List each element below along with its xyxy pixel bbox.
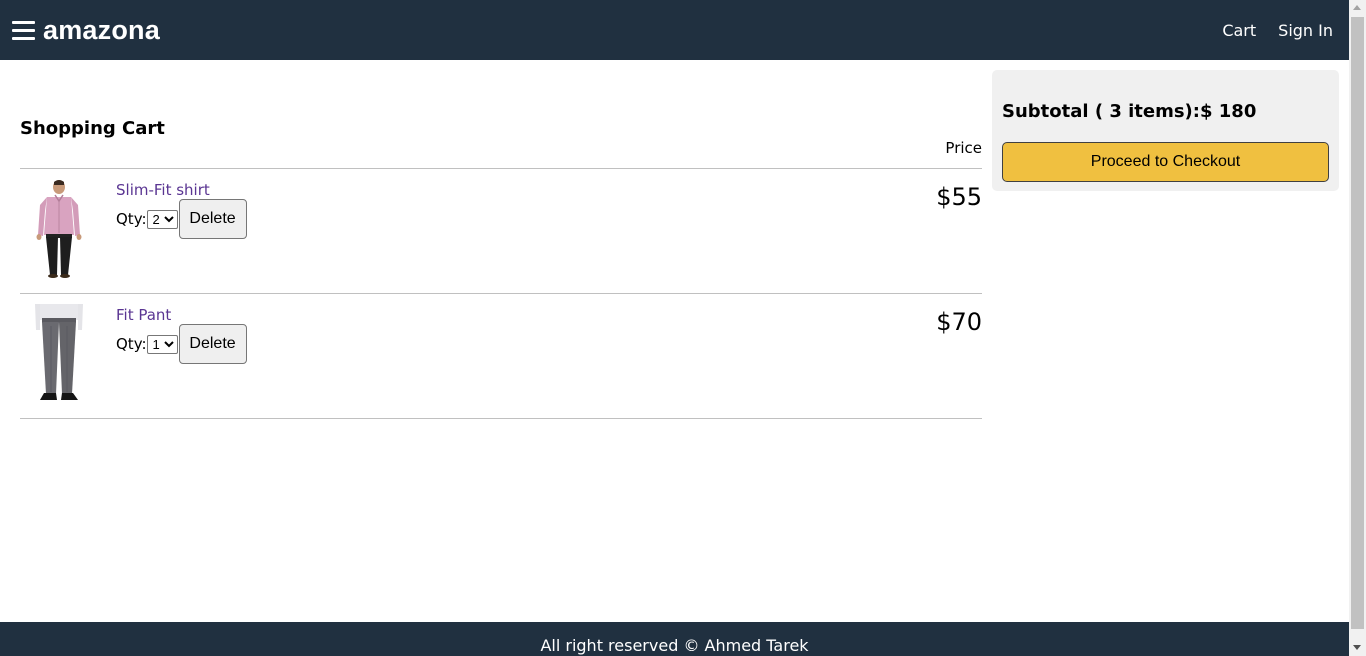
footer: All right reserved © Ahmed Tarek: [0, 622, 1349, 656]
cart-item: Slim-Fit shirt Qty: 2 Delete $55: [20, 169, 982, 294]
delete-button[interactable]: Delete: [178, 324, 247, 364]
delete-button[interactable]: Delete: [178, 199, 247, 239]
item-price: $70: [936, 308, 982, 336]
top-header: amazona Cart Sign In: [0, 0, 1349, 60]
cart-list: Slim-Fit shirt Qty: 2 Delete $55 Fit Pan…: [20, 168, 982, 419]
footer-copyright: All right reserved © Ahmed Tarek: [540, 636, 809, 655]
sign-in-link[interactable]: Sign In: [1278, 21, 1333, 40]
header-nav: Cart Sign In: [1222, 21, 1333, 40]
qty-label: Qty:: [116, 210, 147, 228]
scroll-up-arrow-icon[interactable]: [1353, 5, 1361, 10]
scroll-down-arrow-icon[interactable]: [1353, 645, 1361, 650]
quantity-row: Qty: 2 Delete: [116, 199, 247, 239]
product-link[interactable]: Fit Pant: [116, 306, 171, 324]
quantity-select[interactable]: 2: [146, 209, 178, 229]
pant-image[interactable]: [32, 304, 86, 404]
cart-item: Fit Pant Qty: 1 Delete $70: [20, 294, 982, 419]
proceed-to-checkout-button[interactable]: Proceed to Checkout: [1002, 142, 1329, 182]
shirt-image[interactable]: [32, 179, 86, 279]
price-column-header: Price: [945, 139, 982, 157]
cart-link[interactable]: Cart: [1222, 21, 1256, 40]
order-summary-card: Subtotal ( 3 items):$ 180 Proceed to Che…: [992, 70, 1339, 191]
hamburger-menu-icon[interactable]: [12, 20, 35, 40]
quantity-select[interactable]: 1: [146, 334, 178, 354]
site-logo[interactable]: amazona: [43, 15, 160, 46]
vertical-scrollbar[interactable]: [1349, 0, 1366, 656]
quantity-row: Qty: 1 Delete: [116, 324, 247, 364]
item-price: $55: [936, 183, 982, 211]
brand: amazona: [12, 15, 160, 46]
scrollbar-thumb[interactable]: [1351, 17, 1364, 629]
subtotal-text: Subtotal ( 3 items):$ 180: [1002, 101, 1257, 122]
product-link[interactable]: Slim-Fit shirt: [116, 181, 210, 199]
page-title: Shopping Cart: [20, 118, 165, 139]
page: amazona Cart Sign In Shopping Cart Price: [0, 0, 1349, 656]
qty-label: Qty:: [116, 335, 147, 353]
